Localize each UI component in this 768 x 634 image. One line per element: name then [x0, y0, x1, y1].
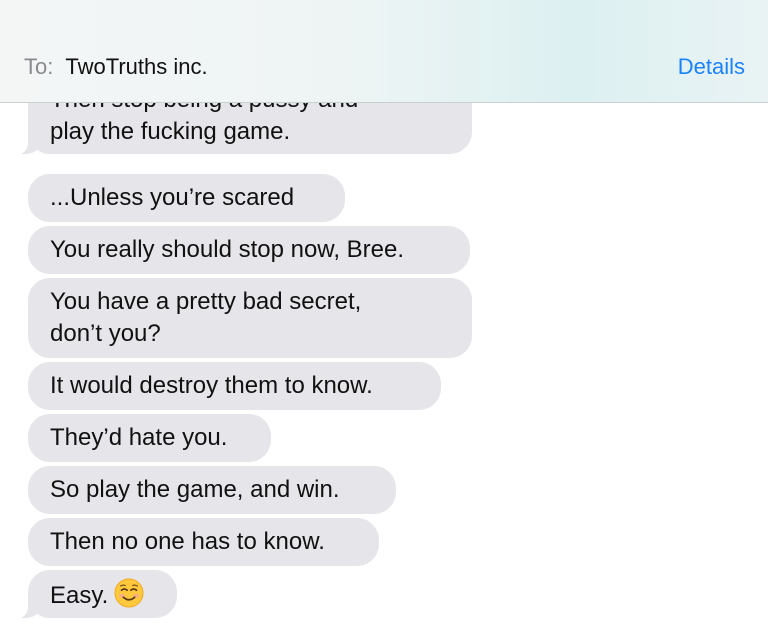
- to-label: To:: [24, 54, 54, 79]
- message-text-line: play the fucking game.: [50, 118, 291, 145]
- message-bubble[interactable]: You have a pretty bad secret, don’t you?: [28, 278, 472, 358]
- message-bubble[interactable]: They’d hate you.: [28, 414, 271, 462]
- message-bubble[interactable]: Then no one has to know.: [28, 518, 379, 566]
- recipient-field[interactable]: To: TwoTruths inc.: [24, 52, 208, 82]
- message-text-line: So play the game, and win.: [50, 476, 340, 503]
- message-text-line: It would destroy them to know.: [50, 372, 373, 399]
- message-bubble[interactable]: ...Unless you’re scared: [28, 174, 345, 222]
- message-text-line: You really should stop now, Bree.: [50, 236, 405, 263]
- conversation-header: To: TwoTruths inc. Details: [0, 0, 768, 103]
- message-bubble[interactable]: So play the game, and win.: [28, 466, 396, 514]
- message-text-line: ...Unless you’re scared: [50, 184, 295, 211]
- details-button[interactable]: Details: [678, 52, 745, 82]
- message-text: Easy.: [50, 582, 109, 609]
- message-text-line: don’t you?: [50, 320, 161, 347]
- message-text-line: Then no one has to know.: [50, 528, 325, 555]
- message-text-line: Easy.: [50, 578, 155, 612]
- messages-screen: Then stop being a pussy and play the fuc…: [0, 0, 768, 634]
- message-bubble[interactable]: It would destroy them to know.: [28, 362, 441, 410]
- smiling-face-emoji-icon: [114, 578, 144, 608]
- recipient-name: TwoTruths inc.: [65, 54, 208, 79]
- message-bubble[interactable]: You really should stop now, Bree.: [28, 226, 470, 274]
- message-text-line: You have a pretty bad secret,: [50, 288, 362, 315]
- message-bubble[interactable]: Easy.: [14, 570, 177, 619]
- message-text-line: They’d hate you.: [50, 424, 228, 451]
